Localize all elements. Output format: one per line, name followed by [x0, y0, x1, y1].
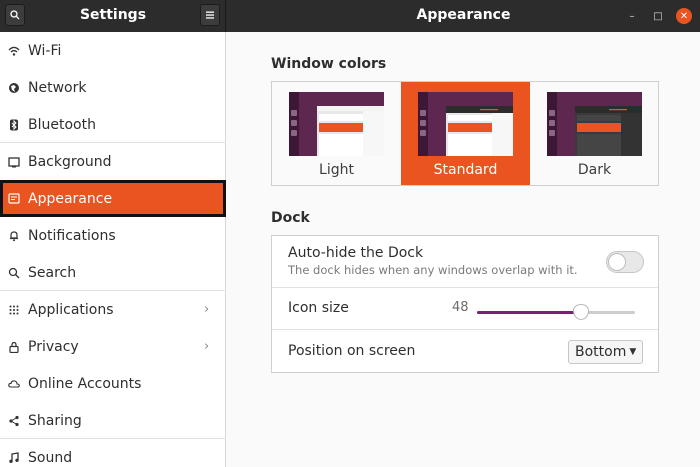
autohide-subtitle: The dock hides when any windows overlap …: [288, 263, 578, 277]
background-icon: [7, 155, 21, 169]
cloud-icon: [7, 377, 21, 391]
sidebar-item-label: Notifications: [28, 227, 116, 244]
sidebar-item-label: Privacy: [28, 338, 79, 355]
menu-button[interactable]: [200, 4, 220, 26]
sidebar-item-online-accounts[interactable]: Online Accounts: [0, 365, 226, 402]
sidebar-item-label: Appearance: [28, 190, 113, 207]
minimize-button[interactable]: –: [624, 8, 640, 24]
position-value: Bottom: [575, 344, 627, 360]
sidebar-item-label: Sharing: [28, 412, 82, 429]
sidebar-item-privacy[interactable]: Privacy ›: [0, 328, 226, 365]
header-bar: Settings Appearance – □ ✕: [0, 0, 700, 32]
appearance-icon: [7, 192, 21, 206]
sidebar-item-label: Background: [28, 153, 112, 170]
icon-size-slider[interactable]: [477, 304, 635, 320]
slider-fill: [477, 311, 582, 314]
hamburger-menu-icon: [206, 11, 214, 19]
position-label: Position on screen: [288, 343, 416, 359]
dark-theme-preview: [547, 92, 642, 156]
window-colors-chooser: Light Standard Dark: [271, 81, 659, 186]
icon-size-label: Icon size: [288, 300, 349, 316]
sidebar-item-network[interactable]: Network: [0, 69, 226, 106]
theme-option-dark[interactable]: Dark: [530, 82, 659, 185]
sidebar-item-label: Network: [28, 79, 87, 96]
sidebar-item-label: Online Accounts: [28, 375, 142, 392]
close-button[interactable]: ✕: [676, 8, 692, 24]
lock-icon: [7, 340, 21, 354]
icon-size-row: Icon size 48: [272, 288, 658, 329]
sidebar-item-sound[interactable]: Sound: [0, 439, 226, 467]
close-icon: ✕: [679, 10, 689, 22]
maximize-icon: □: [653, 10, 663, 22]
sidebar-item-notifications[interactable]: Notifications: [0, 217, 226, 254]
toggle-knob: [608, 253, 626, 271]
sidebar-item-search[interactable]: Search: [0, 254, 226, 291]
theme-label: Light: [319, 162, 354, 178]
chevron-right-icon: ›: [204, 339, 210, 354]
position-dropdown[interactable]: Bottom ▼: [568, 340, 643, 364]
dock-settings-list: Auto-hide the Dock The dock hides when a…: [271, 235, 659, 373]
sidebar-item-sharing[interactable]: Sharing: [0, 402, 226, 439]
sidebar-item-bluetooth[interactable]: Bluetooth: [0, 106, 226, 143]
icon-size-value: 48: [452, 300, 469, 315]
theme-option-standard[interactable]: Standard: [401, 82, 530, 185]
dock-heading: Dock: [271, 210, 310, 226]
theme-label: Dark: [577, 162, 612, 178]
network-icon: [7, 81, 21, 95]
standard-theme-preview: [418, 92, 513, 156]
sidebar-item-label: Applications: [28, 301, 114, 318]
chevron-right-icon: ›: [204, 302, 210, 317]
theme-label: Standard: [433, 162, 498, 178]
autohide-toggle[interactable]: [606, 251, 644, 273]
light-theme-preview: [289, 92, 384, 156]
settings-title: Settings: [79, 7, 147, 23]
position-row: Position on screen Bottom ▼: [272, 330, 658, 373]
autohide-title: Auto-hide the Dock: [288, 245, 424, 261]
autohide-row: Auto-hide the Dock The dock hides when a…: [272, 236, 658, 287]
sidebar-item-label: Wi-Fi: [28, 42, 62, 59]
applications-grid-icon: [7, 303, 21, 317]
minimize-icon: –: [629, 10, 635, 22]
sidebar-item-label: Sound: [28, 449, 73, 466]
bluetooth-icon: [7, 118, 21, 132]
share-icon: [7, 414, 21, 428]
sidebar-item-applications[interactable]: Applications ›: [0, 291, 226, 328]
chevron-down-icon: ▼: [629, 347, 637, 357]
music-note-icon: [7, 451, 21, 465]
sidebar-item-wifi[interactable]: Wi-Fi: [0, 32, 226, 69]
sidebar: Wi-Fi Network Bluetooth Background Appea…: [0, 32, 226, 467]
maximize-button[interactable]: □: [650, 8, 666, 24]
bell-icon: [7, 229, 21, 243]
sidebar-item-background[interactable]: Background: [0, 143, 226, 180]
sidebar-item-appearance[interactable]: Appearance: [0, 180, 226, 217]
window-colors-heading: Window colors: [271, 56, 387, 72]
sidebar-item-label: Search: [28, 264, 77, 281]
theme-option-light[interactable]: Light: [272, 82, 401, 185]
sidebar-header: Settings: [0, 0, 226, 32]
slider-handle[interactable]: [573, 304, 590, 320]
search-icon: [7, 266, 21, 280]
appearance-panel: Window colors Light Standard Dark Dock A…: [227, 32, 700, 467]
sidebar-item-label: Bluetooth: [28, 116, 96, 133]
wifi-icon: [7, 44, 21, 58]
